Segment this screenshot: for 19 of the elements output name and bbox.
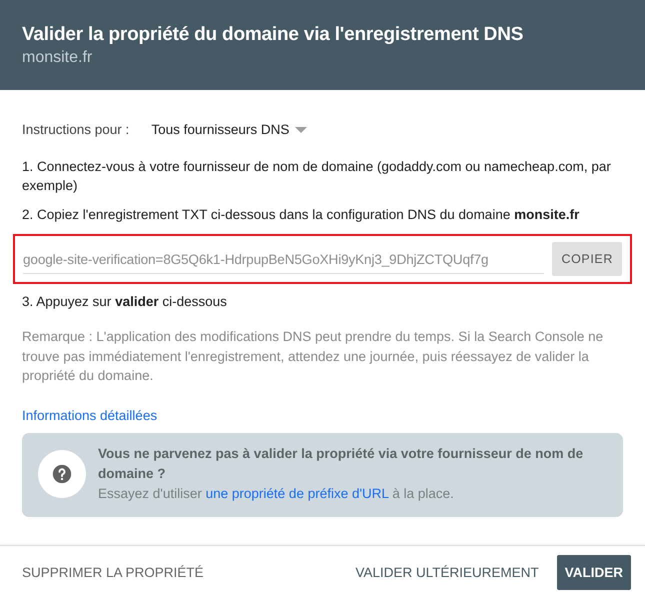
copy-button[interactable]: COPIER <box>552 242 622 276</box>
domain-subtitle: monsite.fr <box>22 48 92 68</box>
help-icon <box>38 450 86 498</box>
step-text: 3. Appuyez sur valider ci-dessous <box>22 293 228 311</box>
caret-icon <box>295 126 308 134</box>
delete-property-button[interactable]: SUPPRIMER LA PROPRIÉTÉ <box>14 555 212 590</box>
instructions-label: Instructions pour : <box>22 122 130 137</box>
provider-dropdown[interactable]: Tous fournisseurs DNS <box>151 122 308 137</box>
note-text: Remarque : L'application des modifications DNS peut prendre du temps. Si la Search Console ne trouve pas immédiatement l'enregistrement, attendez une journée, puis réessayez de valider la propriété du domaine. <box>22 328 604 385</box>
help-text: Essayez d'utiliser une propriété de préfixe d'URL à la place. <box>98 484 455 503</box>
step-text: 2. Copiez l'enregistrement TXT ci-dessous dans la configuration DNS du domaine monsite.fr <box>22 206 580 224</box>
validate-button[interactable]: VALIDER <box>556 555 631 590</box>
url-prefix-link[interactable]: une propriété de préfixe d'URL <box>206 486 389 500</box>
validate-later-button[interactable]: VALIDER ULTÉRIEUREMENT <box>347 555 547 590</box>
help-title: Vous ne parvenez pas à valider la propriété via votre fournisseur de nom de domaine ? <box>98 444 584 482</box>
record-field[interactable]: google-site-verification=8G5Q6k1-HdrpupBeN5GoXHi9yKnj3_9DhjZCTQUqf7g <box>23 244 544 274</box>
dialog-title: Valider la propriété du domaine via l'enregistrement DNS <box>22 23 524 47</box>
step-text: 1. Connectez-vous à votre fournisseur de nom de domaine (godaddy.com ou namecheap.com, par exemple) <box>22 158 612 195</box>
details-link[interactable]: Informations détaillées <box>22 408 158 422</box>
